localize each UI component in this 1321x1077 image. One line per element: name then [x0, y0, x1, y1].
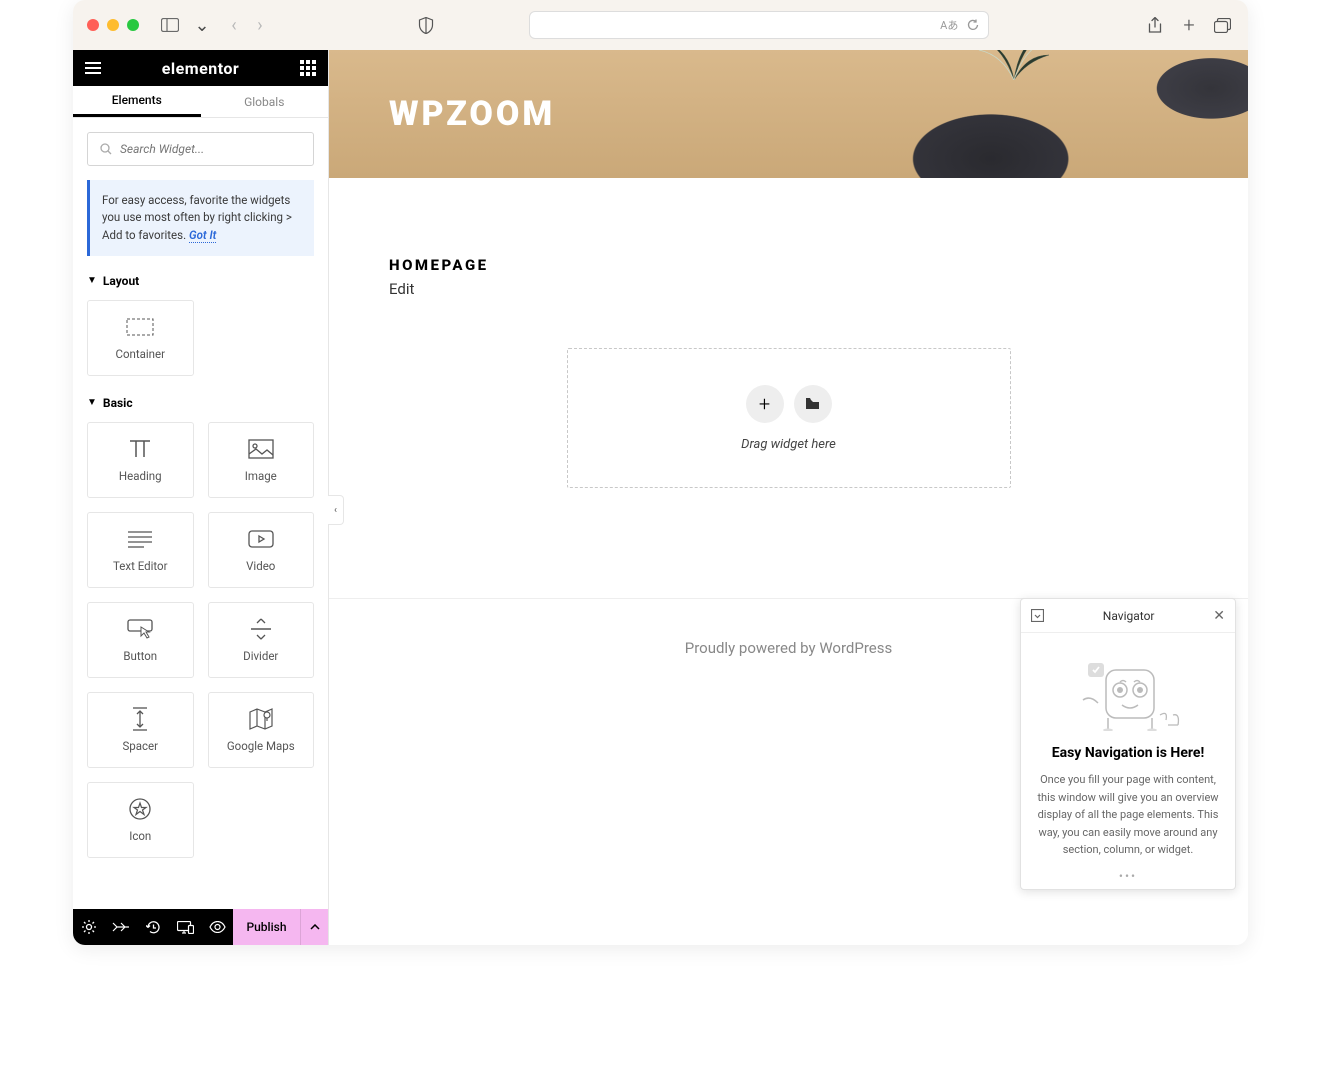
star-icon [128, 797, 152, 821]
drop-hint: Drag widget here [741, 437, 836, 452]
container-icon [126, 315, 154, 339]
widget-icon[interactable]: Icon [87, 782, 194, 858]
elementor-panel: elementor Elements Globals For easy acce… [73, 50, 329, 945]
publish-options-button[interactable] [300, 909, 328, 945]
navigator-heading: Easy Navigation is Here! [1035, 745, 1221, 761]
new-tab-button[interactable]: + [1178, 14, 1200, 36]
elementor-logo: elementor [101, 59, 300, 78]
widget-search[interactable] [87, 132, 314, 166]
button-icon [127, 617, 153, 641]
translate-icon[interactable]: Aあ [940, 17, 958, 33]
image-icon [248, 437, 274, 461]
caret-down-icon: ▼ [87, 275, 97, 286]
tabs-overview-icon[interactable] [1212, 14, 1234, 36]
close-icon[interactable]: ✕ [1213, 608, 1225, 624]
browser-titlebar: ⌄ ‹ › Aあ + [73, 0, 1248, 50]
close-window-button[interactable] [87, 19, 99, 31]
widget-divider[interactable]: Divider [208, 602, 315, 678]
text-editor-icon [128, 527, 152, 551]
heading-icon [128, 437, 152, 461]
url-bar[interactable]: Aあ [529, 11, 989, 39]
apps-grid-icon[interactable] [300, 60, 316, 76]
widget-image[interactable]: Image [208, 422, 315, 498]
google-maps-icon [249, 707, 273, 731]
minimize-window-button[interactable] [107, 19, 119, 31]
panel-collapse-handle[interactable]: ‹ [328, 495, 344, 525]
edit-link[interactable]: Edit [389, 280, 1188, 298]
widget-google-maps[interactable]: Google Maps [208, 692, 315, 768]
share-icon[interactable] [1144, 14, 1166, 36]
plant-image [954, 50, 1074, 80]
forward-button[interactable]: › [249, 14, 271, 36]
search-icon [100, 143, 112, 155]
window-controls [87, 19, 139, 31]
spacer-icon [133, 707, 147, 731]
video-icon [248, 527, 274, 551]
widget-container[interactable]: Container [87, 300, 194, 376]
tab-elements[interactable]: Elements [73, 86, 201, 117]
site-title: WPZOOM [389, 94, 555, 134]
category-layout[interactable]: ▼Layout [87, 274, 314, 288]
widget-button[interactable]: Button [87, 602, 194, 678]
revisions-icon[interactable] [105, 909, 137, 945]
hero-section: WPZOOM [329, 50, 1248, 178]
menu-icon[interactable] [85, 62, 101, 74]
history-icon[interactable] [137, 909, 169, 945]
search-input[interactable] [120, 142, 301, 156]
page-title: HOMEPAGE [389, 256, 1188, 274]
widget-text-editor[interactable]: Text Editor [87, 512, 194, 588]
category-basic[interactable]: ▼Basic [87, 396, 314, 410]
publish-button[interactable]: Publish [233, 909, 300, 945]
privacy-shield-icon[interactable] [415, 14, 437, 36]
elementor-panel-header: elementor [73, 50, 328, 86]
chevron-down-icon[interactable]: ⌄ [191, 14, 213, 36]
divider-icon [251, 617, 271, 641]
tip-got-it-link[interactable]: Got It [189, 228, 216, 243]
favorites-tip: For easy access, favorite the widgets yo… [87, 180, 314, 256]
widget-heading[interactable]: Heading [87, 422, 194, 498]
widget-video[interactable]: Video [208, 512, 315, 588]
template-library-button[interactable] [794, 385, 832, 423]
widget-spacer[interactable]: Spacer [87, 692, 194, 768]
maximize-window-button[interactable] [127, 19, 139, 31]
responsive-icon[interactable] [169, 909, 201, 945]
preview-icon[interactable] [201, 909, 233, 945]
navigator-dock-icon[interactable] [1031, 609, 1044, 622]
back-button[interactable]: ‹ [223, 14, 245, 36]
navigator-illustration [1035, 651, 1221, 731]
tab-globals[interactable]: Globals [201, 86, 329, 117]
panel-tabs: Elements Globals [73, 86, 328, 118]
navigator-body-text: Once you fill your page with content, th… [1035, 771, 1221, 859]
navigator-more-icon[interactable]: ••• [1021, 869, 1235, 889]
panel-footer: Publish [73, 909, 328, 945]
settings-icon[interactable] [73, 909, 105, 945]
drop-zone[interactable]: + Drag widget here [567, 348, 1011, 488]
add-section-button[interactable]: + [746, 385, 784, 423]
reload-icon[interactable] [966, 18, 980, 32]
navigator-title: Navigator [1044, 609, 1213, 623]
sidebar-toggle-icon[interactable] [159, 14, 181, 36]
caret-down-icon: ▼ [87, 397, 97, 408]
navigator-panel: Navigator ✕ Ea [1020, 598, 1236, 890]
